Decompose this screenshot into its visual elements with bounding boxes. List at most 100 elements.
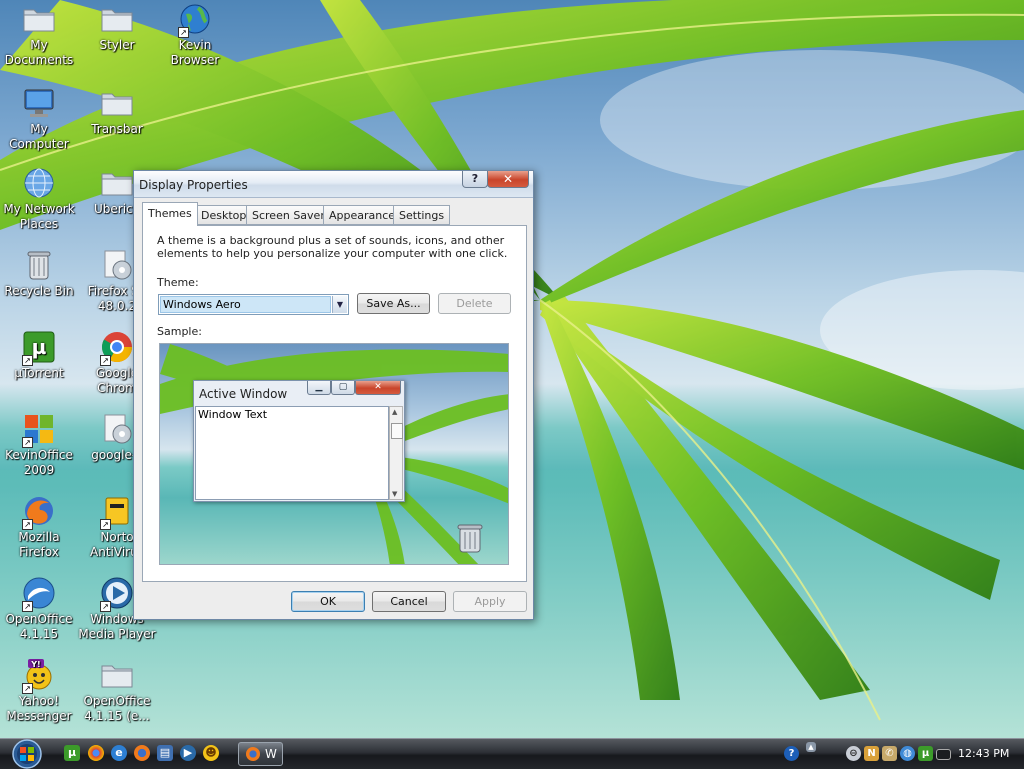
desktop-icon-label: OpenOffice 4.1.15 bbox=[5, 612, 73, 641]
close-icon: ✕ bbox=[355, 381, 401, 395]
start-button[interactable] bbox=[9, 739, 45, 769]
tab-themes[interactable]: Themes bbox=[142, 202, 198, 226]
tab-label: Themes bbox=[148, 207, 192, 220]
tab-screen-saver[interactable]: Screen Saver bbox=[246, 205, 331, 225]
tab-settings[interactable]: Settings bbox=[393, 205, 451, 225]
desktop-icon-label: µTorrent bbox=[14, 366, 64, 380]
shortcut-arrow-icon: ↗ bbox=[100, 519, 111, 530]
taskbar: µ e ▤ ▶ ☻ W ? ▲ ⊖ N ✆ ◍ µ 12:43 PM bbox=[0, 738, 1024, 769]
tab-label: Appearance bbox=[329, 209, 396, 222]
minimize-icon: ▁ bbox=[307, 381, 331, 395]
desktop-icon-label: Kevin Browser bbox=[170, 38, 220, 67]
delete-button[interactable]: Delete bbox=[438, 293, 511, 314]
display-properties-dialog[interactable]: Display Properties ? ✕ Themes Desktop Sc… bbox=[133, 170, 534, 620]
desktop-icon-kevinoffice-2009[interactable]: ↗ KevinOffice 2009 bbox=[0, 412, 78, 478]
tab-label: Screen Saver bbox=[252, 209, 325, 222]
firefox-icon[interactable] bbox=[134, 745, 150, 761]
recycle-bin-icon bbox=[22, 248, 56, 282]
desktop-icon-openoffice[interactable]: ↗ OpenOffice 4.1.15 bbox=[0, 576, 78, 642]
media-player-icon[interactable]: ▶ bbox=[180, 745, 196, 761]
scroll-down-icon: ▼ bbox=[392, 490, 398, 498]
desktop-icon-openoffice-e[interactable]: OpenOffice 4.1.15 (e... bbox=[78, 658, 156, 724]
svg-text:µ: µ bbox=[32, 335, 47, 359]
firefox-icon: ↗ bbox=[22, 494, 56, 530]
yahoo-messenger-icon[interactable]: ☻ bbox=[203, 745, 219, 761]
theme-label: Theme: bbox=[157, 276, 199, 289]
yahoo-icon: Y! ↗ bbox=[22, 658, 56, 694]
desktop-icon-utorrent[interactable]: µ ↗ µTorrent bbox=[0, 330, 78, 381]
dialog-titlebar[interactable]: Display Properties ? ✕ bbox=[134, 171, 533, 198]
desktop-icon-styler[interactable]: Styler bbox=[78, 2, 156, 53]
shortcut-arrow-icon: ↗ bbox=[22, 519, 33, 530]
help-button[interactable]: ? bbox=[462, 171, 488, 188]
norton-tray-icon[interactable]: N bbox=[864, 746, 879, 761]
internet-explorer-icon[interactable]: e bbox=[111, 745, 127, 761]
show-desktop-icon[interactable]: ▤ bbox=[157, 745, 173, 761]
shortcut-arrow-icon: ↗ bbox=[22, 601, 33, 612]
desktop-icon-my-computer[interactable]: My Computer bbox=[0, 86, 78, 152]
sample-window-title: Active Window bbox=[199, 387, 288, 401]
desktop-icon-label: Styler bbox=[99, 38, 135, 52]
shortcut-arrow-icon: ↗ bbox=[22, 437, 33, 448]
maximize-icon: ▢ bbox=[331, 381, 355, 395]
recycle-bin-icon bbox=[457, 524, 483, 553]
themes-tab-panel: A theme is a background plus a set of so… bbox=[142, 225, 527, 582]
desktop-icon-yahoo-messenger[interactable]: Y! ↗ Yahoo! Messenger bbox=[0, 658, 78, 724]
computer-icon bbox=[22, 86, 56, 120]
office-icon: ↗ bbox=[22, 412, 56, 448]
svg-text:Y!: Y! bbox=[30, 660, 40, 669]
desktop-icon-mozilla-firefox[interactable]: ↗ Mozilla Firefox bbox=[0, 494, 78, 560]
sample-window-text: Window Text bbox=[195, 406, 389, 500]
tab-label: Desktop bbox=[201, 209, 247, 222]
utorrent-icon: µ ↗ bbox=[22, 330, 56, 366]
taskbar-item-display-properties[interactable]: W bbox=[238, 742, 283, 766]
close-button[interactable]: ✕ bbox=[487, 171, 529, 188]
desktop-icon-label: OpenOffice 4.1.15 (e... bbox=[83, 694, 151, 723]
cancel-button[interactable]: Cancel bbox=[372, 591, 446, 612]
desktop-icon-label: My Documents bbox=[4, 38, 74, 67]
tab-appearance[interactable]: Appearance bbox=[323, 205, 402, 225]
shortcut-arrow-icon: ↗ bbox=[100, 355, 111, 366]
shortcut-arrow-icon: ↗ bbox=[22, 355, 33, 366]
desktop-icon-transbar[interactable]: Transbar bbox=[78, 86, 156, 137]
desktop-icon-my-documents[interactable]: My Documents bbox=[0, 2, 78, 68]
desktop-icon-label: Mozilla Firefox bbox=[18, 530, 60, 559]
tab-desktop[interactable]: Desktop bbox=[195, 205, 253, 225]
battery-icon[interactable] bbox=[936, 749, 951, 760]
sample-active-window: Active Window ▁ ▢ ✕ Window Text ▲ ▼ bbox=[193, 380, 405, 502]
norton-icon: ↗ bbox=[100, 494, 134, 530]
utorrent-icon[interactable]: µ bbox=[64, 745, 80, 761]
theme-select[interactable]: Windows Aero ▼ bbox=[158, 294, 349, 315]
desktop-icon-label: KevinOffice 2009 bbox=[5, 448, 73, 477]
help-tray-icon[interactable]: ? bbox=[784, 746, 799, 761]
media-player-icon: ↗ bbox=[100, 576, 134, 612]
chrome-icon[interactable] bbox=[88, 745, 104, 761]
tab-label: Settings bbox=[399, 209, 445, 222]
save-as-button[interactable]: Save As... bbox=[357, 293, 430, 314]
help-icon: ? bbox=[471, 172, 479, 185]
ok-button[interactable]: OK bbox=[291, 591, 365, 612]
globe-icon: ↗ bbox=[178, 2, 212, 38]
utorrent-tray-icon[interactable]: µ bbox=[918, 746, 933, 761]
installer-icon bbox=[100, 412, 134, 446]
shortcut-arrow-icon: ↗ bbox=[100, 601, 111, 612]
dialog-title: Display Properties bbox=[139, 178, 248, 192]
network-tray-icon[interactable]: ◍ bbox=[900, 746, 915, 761]
theme-sample-preview: Active Window ▁ ▢ ✕ Window Text ▲ ▼ bbox=[159, 343, 509, 565]
theme-description: A theme is a background plus a set of so… bbox=[157, 234, 508, 260]
desktop-icon-recycle-bin[interactable]: Recycle Bin bbox=[0, 248, 78, 299]
openoffice-icon: ↗ bbox=[22, 576, 56, 612]
clock[interactable]: 12:43 PM bbox=[958, 747, 1009, 760]
installer-icon bbox=[100, 248, 134, 282]
phone-tray-icon[interactable]: ✆ bbox=[882, 746, 897, 761]
scroll-up-icon: ▲ bbox=[392, 408, 398, 416]
messenger-tray-icon[interactable]: ⊖ bbox=[846, 746, 861, 761]
desktop-icon-my-network-places[interactable]: My Network Places bbox=[0, 166, 78, 232]
desktop-icon-label: Transbar bbox=[91, 122, 143, 136]
theme-select-value: Windows Aero bbox=[160, 296, 331, 313]
apply-button[interactable]: Apply bbox=[453, 591, 527, 612]
chevron-down-icon[interactable]: ▼ bbox=[332, 296, 347, 313]
desktop-icon-kevin-browser[interactable]: ↗ Kevin Browser bbox=[156, 2, 234, 68]
folder-icon bbox=[100, 2, 134, 36]
expand-tray-icon[interactable]: ▲ bbox=[806, 742, 816, 752]
